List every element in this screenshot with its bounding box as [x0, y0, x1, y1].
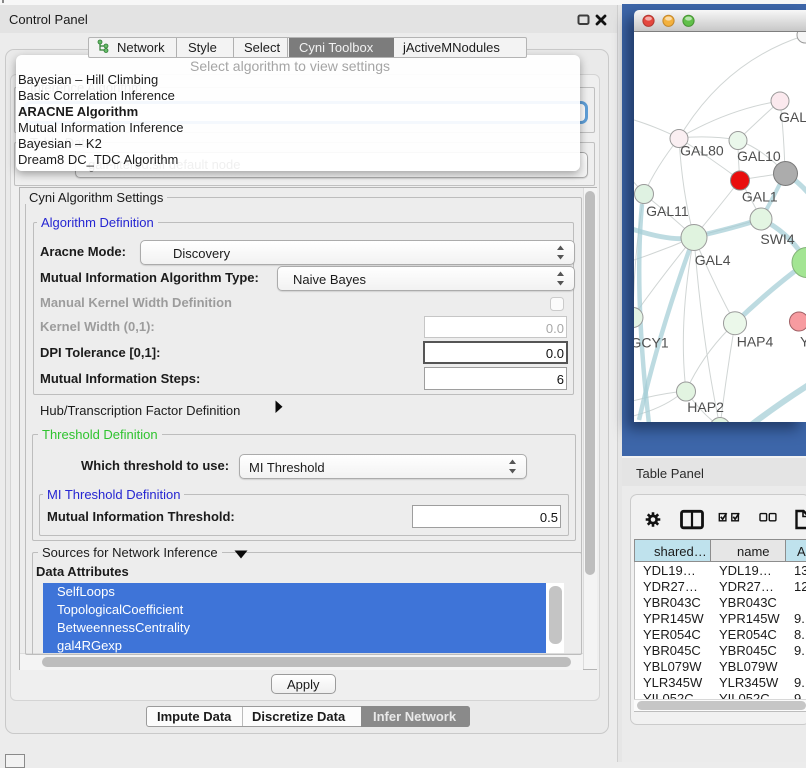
svg-text:SWI4: SWI4 [760, 231, 794, 247]
svg-text:GAL10: GAL10 [737, 148, 781, 164]
svg-text:HAP2: HAP2 [687, 399, 724, 415]
svg-text:YJ: YJ [800, 334, 806, 350]
svg-text:GAL4: GAL4 [695, 252, 731, 268]
svg-text:GAL1: GAL1 [742, 189, 778, 205]
svg-text:HAP4: HAP4 [737, 334, 774, 350]
svg-text:GAL80: GAL80 [680, 143, 724, 159]
svg-text:GAL2: GAL2 [779, 109, 806, 125]
svg-text:GCY1: GCY1 [634, 335, 669, 351]
svg-text:GAL11: GAL11 [646, 203, 689, 219]
